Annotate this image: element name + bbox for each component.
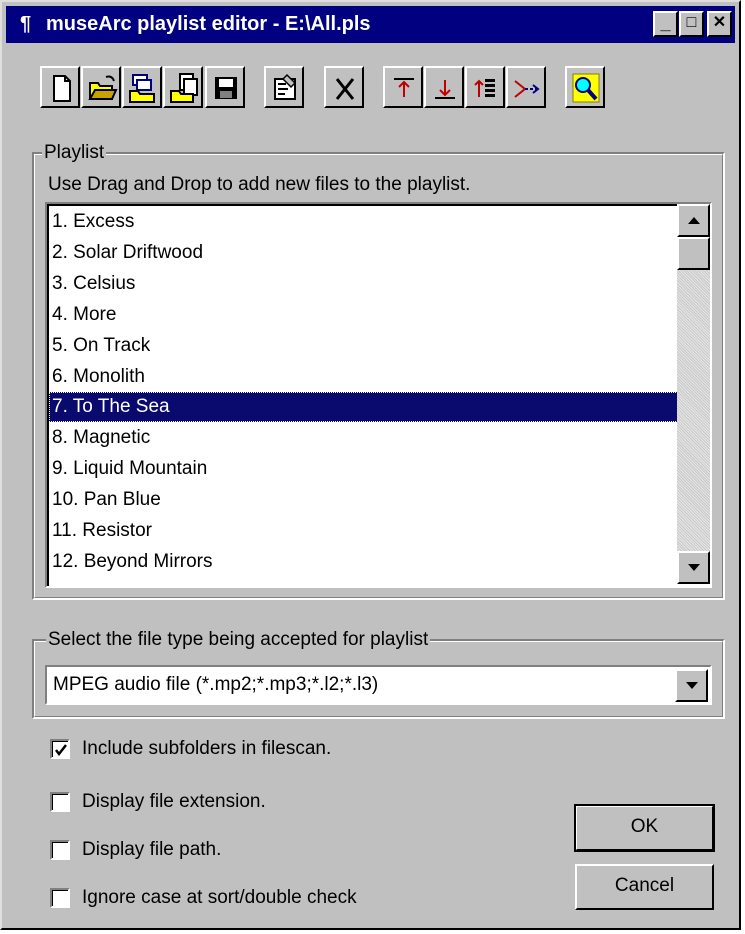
window-title: museArc playlist editor - E:\All.pls bbox=[46, 13, 371, 35]
playlist-item[interactable]: 4. More bbox=[49, 300, 678, 330]
option-checkbox[interactable] bbox=[50, 739, 70, 759]
playlist-item[interactable]: 1. Excess bbox=[49, 207, 678, 237]
open-multiple-button[interactable] bbox=[122, 66, 162, 108]
save-icon bbox=[215, 77, 237, 99]
merge-icon bbox=[514, 80, 540, 98]
save-button[interactable] bbox=[205, 66, 245, 108]
scroll-up-button[interactable] bbox=[677, 204, 710, 237]
cancel-button[interactable]: Cancel bbox=[575, 864, 714, 910]
playlist-item[interactable]: 9. Liquid Mountain bbox=[49, 454, 678, 484]
filetype-dropdown-button[interactable] bbox=[675, 669, 708, 702]
minimize-icon: _ bbox=[660, 13, 671, 33]
playlist-item[interactable]: 6. Monolith bbox=[49, 362, 678, 392]
arrow-up-icon bbox=[688, 217, 700, 224]
move-top-icon bbox=[394, 78, 414, 97]
playlist-item[interactable]: 3. Celsius bbox=[49, 269, 678, 299]
copy-files-button[interactable] bbox=[163, 66, 203, 108]
option-checkbox[interactable] bbox=[50, 792, 70, 812]
remove-entry-button[interactable] bbox=[324, 66, 364, 108]
chevron-down-icon bbox=[686, 682, 698, 689]
filetype-selected-value: MPEG audio file (*.mp2;*.mp3;*.l2;*.l3) bbox=[53, 674, 379, 695]
ok-button[interactable]: OK bbox=[574, 804, 715, 852]
filetype-group-label: Select the file type being accepted for … bbox=[46, 629, 431, 651]
playlist-item[interactable]: 8. Magnetic bbox=[49, 423, 678, 453]
search-icon bbox=[572, 73, 600, 103]
option-checkbox[interactable] bbox=[50, 840, 70, 860]
option-label[interactable]: Display file path. bbox=[82, 839, 221, 861]
new-playlist-button[interactable] bbox=[40, 66, 80, 108]
maximize-button[interactable]: □ bbox=[679, 11, 704, 37]
filetype-select[interactable]: MPEG audio file (*.mp2;*.mp3;*.l2;*.l3) bbox=[45, 665, 712, 705]
playlist-listbox[interactable]: 1. Excess 2. Solar Driftwood 3. Celsius 4. … bbox=[45, 202, 712, 588]
delete-icon bbox=[335, 78, 355, 100]
close-button[interactable]: ✕ bbox=[707, 11, 732, 37]
playlist-item[interactable]: 10. Pan Blue bbox=[49, 485, 678, 515]
scroll-thumb[interactable] bbox=[677, 237, 710, 270]
move-to-bottom-button[interactable] bbox=[424, 66, 464, 108]
open-multiple-icon bbox=[129, 74, 155, 103]
new-file-icon bbox=[53, 75, 71, 102]
playlist-scrollbar[interactable] bbox=[677, 204, 710, 584]
playlist-item[interactable]: 7. To The Sea bbox=[49, 392, 678, 423]
option-label[interactable]: Include subfolders in filescan. bbox=[82, 738, 331, 760]
checkmark-icon bbox=[55, 744, 67, 757]
playlist-item[interactable]: 2. Solar Driftwood bbox=[49, 238, 678, 268]
playlist-group-label: Playlist bbox=[42, 142, 107, 164]
move-bottom-icon bbox=[435, 80, 455, 99]
app-icon[interactable]: ¶ bbox=[20, 13, 31, 36]
minimize-button[interactable]: _ bbox=[653, 11, 678, 37]
open-folder-icon bbox=[88, 75, 118, 100]
copy-files-icon bbox=[170, 73, 198, 103]
close-icon: ✕ bbox=[712, 14, 727, 31]
playlist-hint: Use Drag and Drop to add new files to th… bbox=[48, 174, 471, 195]
properties-icon bbox=[274, 73, 297, 100]
sort-button[interactable] bbox=[465, 66, 505, 108]
option-label[interactable]: Display file extension. bbox=[82, 791, 266, 813]
properties-button[interactable] bbox=[264, 66, 304, 108]
playlist-item[interactable]: 12. Beyond Mirrors bbox=[49, 547, 678, 577]
search-files-button[interactable] bbox=[565, 66, 605, 108]
open-playlist-button[interactable] bbox=[81, 66, 121, 108]
playlist-editor-window: ¶ museArc playlist editor - E:\All.pls _… bbox=[0, 0, 741, 930]
playlist-item[interactable]: 11. Resistor bbox=[49, 516, 678, 546]
option-label[interactable]: Ignore case at sort/double check bbox=[82, 887, 357, 909]
sort-icon bbox=[474, 79, 495, 97]
playlist-item[interactable]: 5. On Track bbox=[49, 331, 678, 361]
double-check-button[interactable] bbox=[506, 66, 546, 108]
title-bar[interactable]: ¶ museArc playlist editor - E:\All.pls _… bbox=[6, 6, 735, 43]
move-to-top-button[interactable] bbox=[383, 66, 423, 108]
arrow-down-icon bbox=[688, 564, 700, 571]
maximize-icon: □ bbox=[686, 14, 697, 31]
option-checkbox[interactable] bbox=[50, 888, 70, 908]
scroll-down-button[interactable] bbox=[677, 551, 710, 584]
